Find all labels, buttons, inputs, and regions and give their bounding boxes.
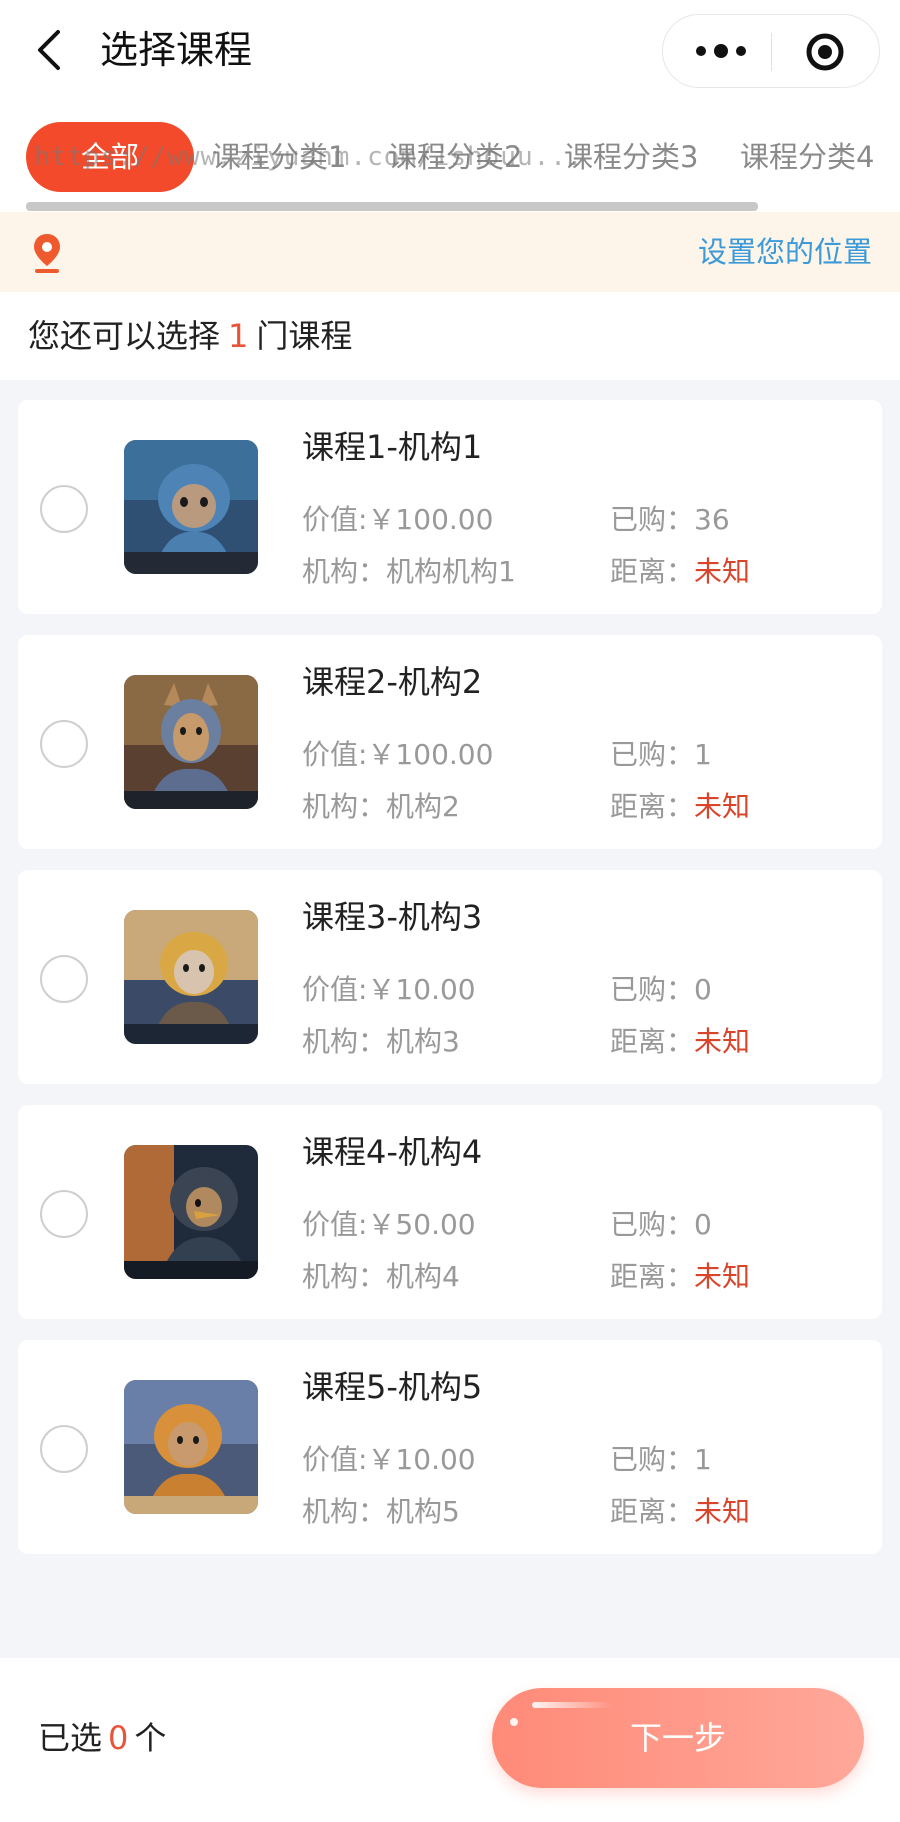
distance-label: 距离： xyxy=(610,1260,695,1293)
select-radio[interactable] xyxy=(40,485,88,533)
selected-prefix: 已选 xyxy=(38,1719,103,1757)
course-thumbnail xyxy=(124,440,258,574)
tab-category-3[interactable]: 课程分类3 xyxy=(564,122,698,192)
course-card[interactable]: 课程4-机构4 价值:￥50.00 机构：机构4 已购：0 距离：未知 xyxy=(18,1105,882,1319)
capsule-divider xyxy=(771,33,772,71)
course-title: 课程3-机构3 xyxy=(302,898,483,936)
course-distance: 距离：未知 xyxy=(610,1022,750,1062)
course-distance: 距离：未知 xyxy=(610,552,750,592)
sold-count: 0 xyxy=(694,1208,712,1241)
location-bar: 设置您的位置 xyxy=(0,212,900,292)
sold-label: 已购： xyxy=(610,1443,695,1476)
tab-scrollbar[interactable] xyxy=(26,202,758,211)
next-step-label: 下一步 xyxy=(629,1719,726,1757)
sold-label: 已购： xyxy=(610,1208,695,1241)
mini-program-capsule xyxy=(662,14,880,88)
course-sold: 已购：0 xyxy=(610,970,712,1010)
sold-count: 36 xyxy=(694,503,730,536)
selected-count: 0 xyxy=(108,1719,129,1757)
page-title: 选择课程 xyxy=(100,28,253,72)
course-thumbnail xyxy=(124,675,258,809)
course-card[interactable]: 课程5-机构5 价值:￥10.00 机构：机构5 已购：1 距离：未知 xyxy=(18,1340,882,1554)
more-icon[interactable] xyxy=(693,35,749,67)
sold-count: 0 xyxy=(694,973,712,1006)
next-step-button[interactable]: 下一步 xyxy=(492,1688,864,1788)
course-price: 价值:￥100.00 xyxy=(302,503,494,536)
course-distance: 距离：未知 xyxy=(610,787,750,827)
course-org: 机构：机构4 xyxy=(302,1260,460,1293)
course-title: 课程2-机构2 xyxy=(302,663,483,701)
watermark: https://www.ziyuanm.com/ishouu... xyxy=(34,142,584,172)
sold-label: 已购： xyxy=(610,973,695,1006)
select-radio[interactable] xyxy=(40,1425,88,1473)
sold-label: 已购： xyxy=(610,503,695,536)
course-sold: 已购：0 xyxy=(610,1205,712,1245)
course-price: 价值:￥100.00 xyxy=(302,738,494,771)
sold-count: 1 xyxy=(694,1443,712,1476)
course-org: 机构：机构3 xyxy=(302,1025,460,1058)
course-list: 课程1-机构1 价值:￥100.00 机构：机构机构1 已购：36 距离：未知 … xyxy=(18,400,882,1575)
course-sold: 已购：36 xyxy=(610,500,730,540)
course-price: 价值:￥10.00 xyxy=(302,973,476,1006)
close-target-icon[interactable] xyxy=(805,32,845,72)
course-title: 课程4-机构4 xyxy=(302,1133,483,1171)
distance-label: 距离： xyxy=(610,1495,695,1528)
set-location-link[interactable]: 设置您的位置 xyxy=(698,230,872,274)
distance-value: 未知 xyxy=(694,1260,751,1293)
course-price: 价值:￥50.00 xyxy=(302,1208,476,1241)
hint-text: 您还可以选择 1 门课程 xyxy=(28,314,352,358)
course-distance: 距离：未知 xyxy=(610,1492,750,1532)
distance-value: 未知 xyxy=(694,555,751,588)
course-card[interactable]: 课程1-机构1 价值:￥100.00 机构：机构机构1 已购：36 距离：未知 xyxy=(18,400,882,614)
button-shine xyxy=(532,1702,612,1708)
nav-bar: 选择课程 xyxy=(0,0,900,102)
course-thumbnail xyxy=(124,1145,258,1279)
course-card[interactable]: 课程3-机构3 价值:￥10.00 机构：机构3 已购：0 距离：未知 xyxy=(18,870,882,1084)
course-title: 课程1-机构1 xyxy=(302,428,483,466)
sold-count: 1 xyxy=(694,738,712,771)
course-distance: 距离：未知 xyxy=(610,1257,750,1297)
course-card[interactable]: 课程2-机构2 价值:￥100.00 机构：机构2 已购：1 距离：未知 xyxy=(18,635,882,849)
course-sold: 已购：1 xyxy=(610,735,712,775)
location-pin-icon xyxy=(34,234,60,273)
distance-label: 距离： xyxy=(610,1025,695,1058)
distance-label: 距离： xyxy=(610,555,695,588)
selected-suffix: 个 xyxy=(134,1719,167,1757)
tab-category-4[interactable]: 课程分类4 xyxy=(740,122,874,192)
distance-value: 未知 xyxy=(694,1495,751,1528)
hint-count: 1 xyxy=(228,317,249,355)
course-thumbnail xyxy=(124,910,258,1044)
hint-suffix: 门课程 xyxy=(256,317,353,355)
distance-value: 未知 xyxy=(694,1025,751,1058)
select-radio[interactable] xyxy=(40,720,88,768)
footer-bar: 已选 0 个 下一步 xyxy=(0,1658,900,1822)
course-org: 机构：机构2 xyxy=(302,790,460,823)
selected-count-text: 已选 0 个 xyxy=(38,1716,166,1760)
selection-hint: 您还可以选择 1 门课程 xyxy=(0,292,900,380)
course-title: 课程5-机构5 xyxy=(302,1368,483,1406)
back-arrow-icon[interactable] xyxy=(30,26,70,74)
category-tabs: 全部 课程分类1 课程分类2 课程分类3 课程分类4 https://www.z… xyxy=(0,102,900,212)
course-org: 机构：机构机构1 xyxy=(302,555,516,588)
course-sold: 已购：1 xyxy=(610,1440,712,1480)
distance-value: 未知 xyxy=(694,790,751,823)
select-radio[interactable] xyxy=(40,1190,88,1238)
course-org: 机构：机构5 xyxy=(302,1495,460,1528)
sold-label: 已购： xyxy=(610,738,695,771)
course-thumbnail xyxy=(124,1380,258,1514)
hint-prefix: 您还可以选择 xyxy=(28,317,221,355)
course-price: 价值:￥10.00 xyxy=(302,1443,476,1476)
select-radio[interactable] xyxy=(40,955,88,1003)
distance-label: 距离： xyxy=(610,790,695,823)
button-highlight-dot xyxy=(510,1718,518,1726)
